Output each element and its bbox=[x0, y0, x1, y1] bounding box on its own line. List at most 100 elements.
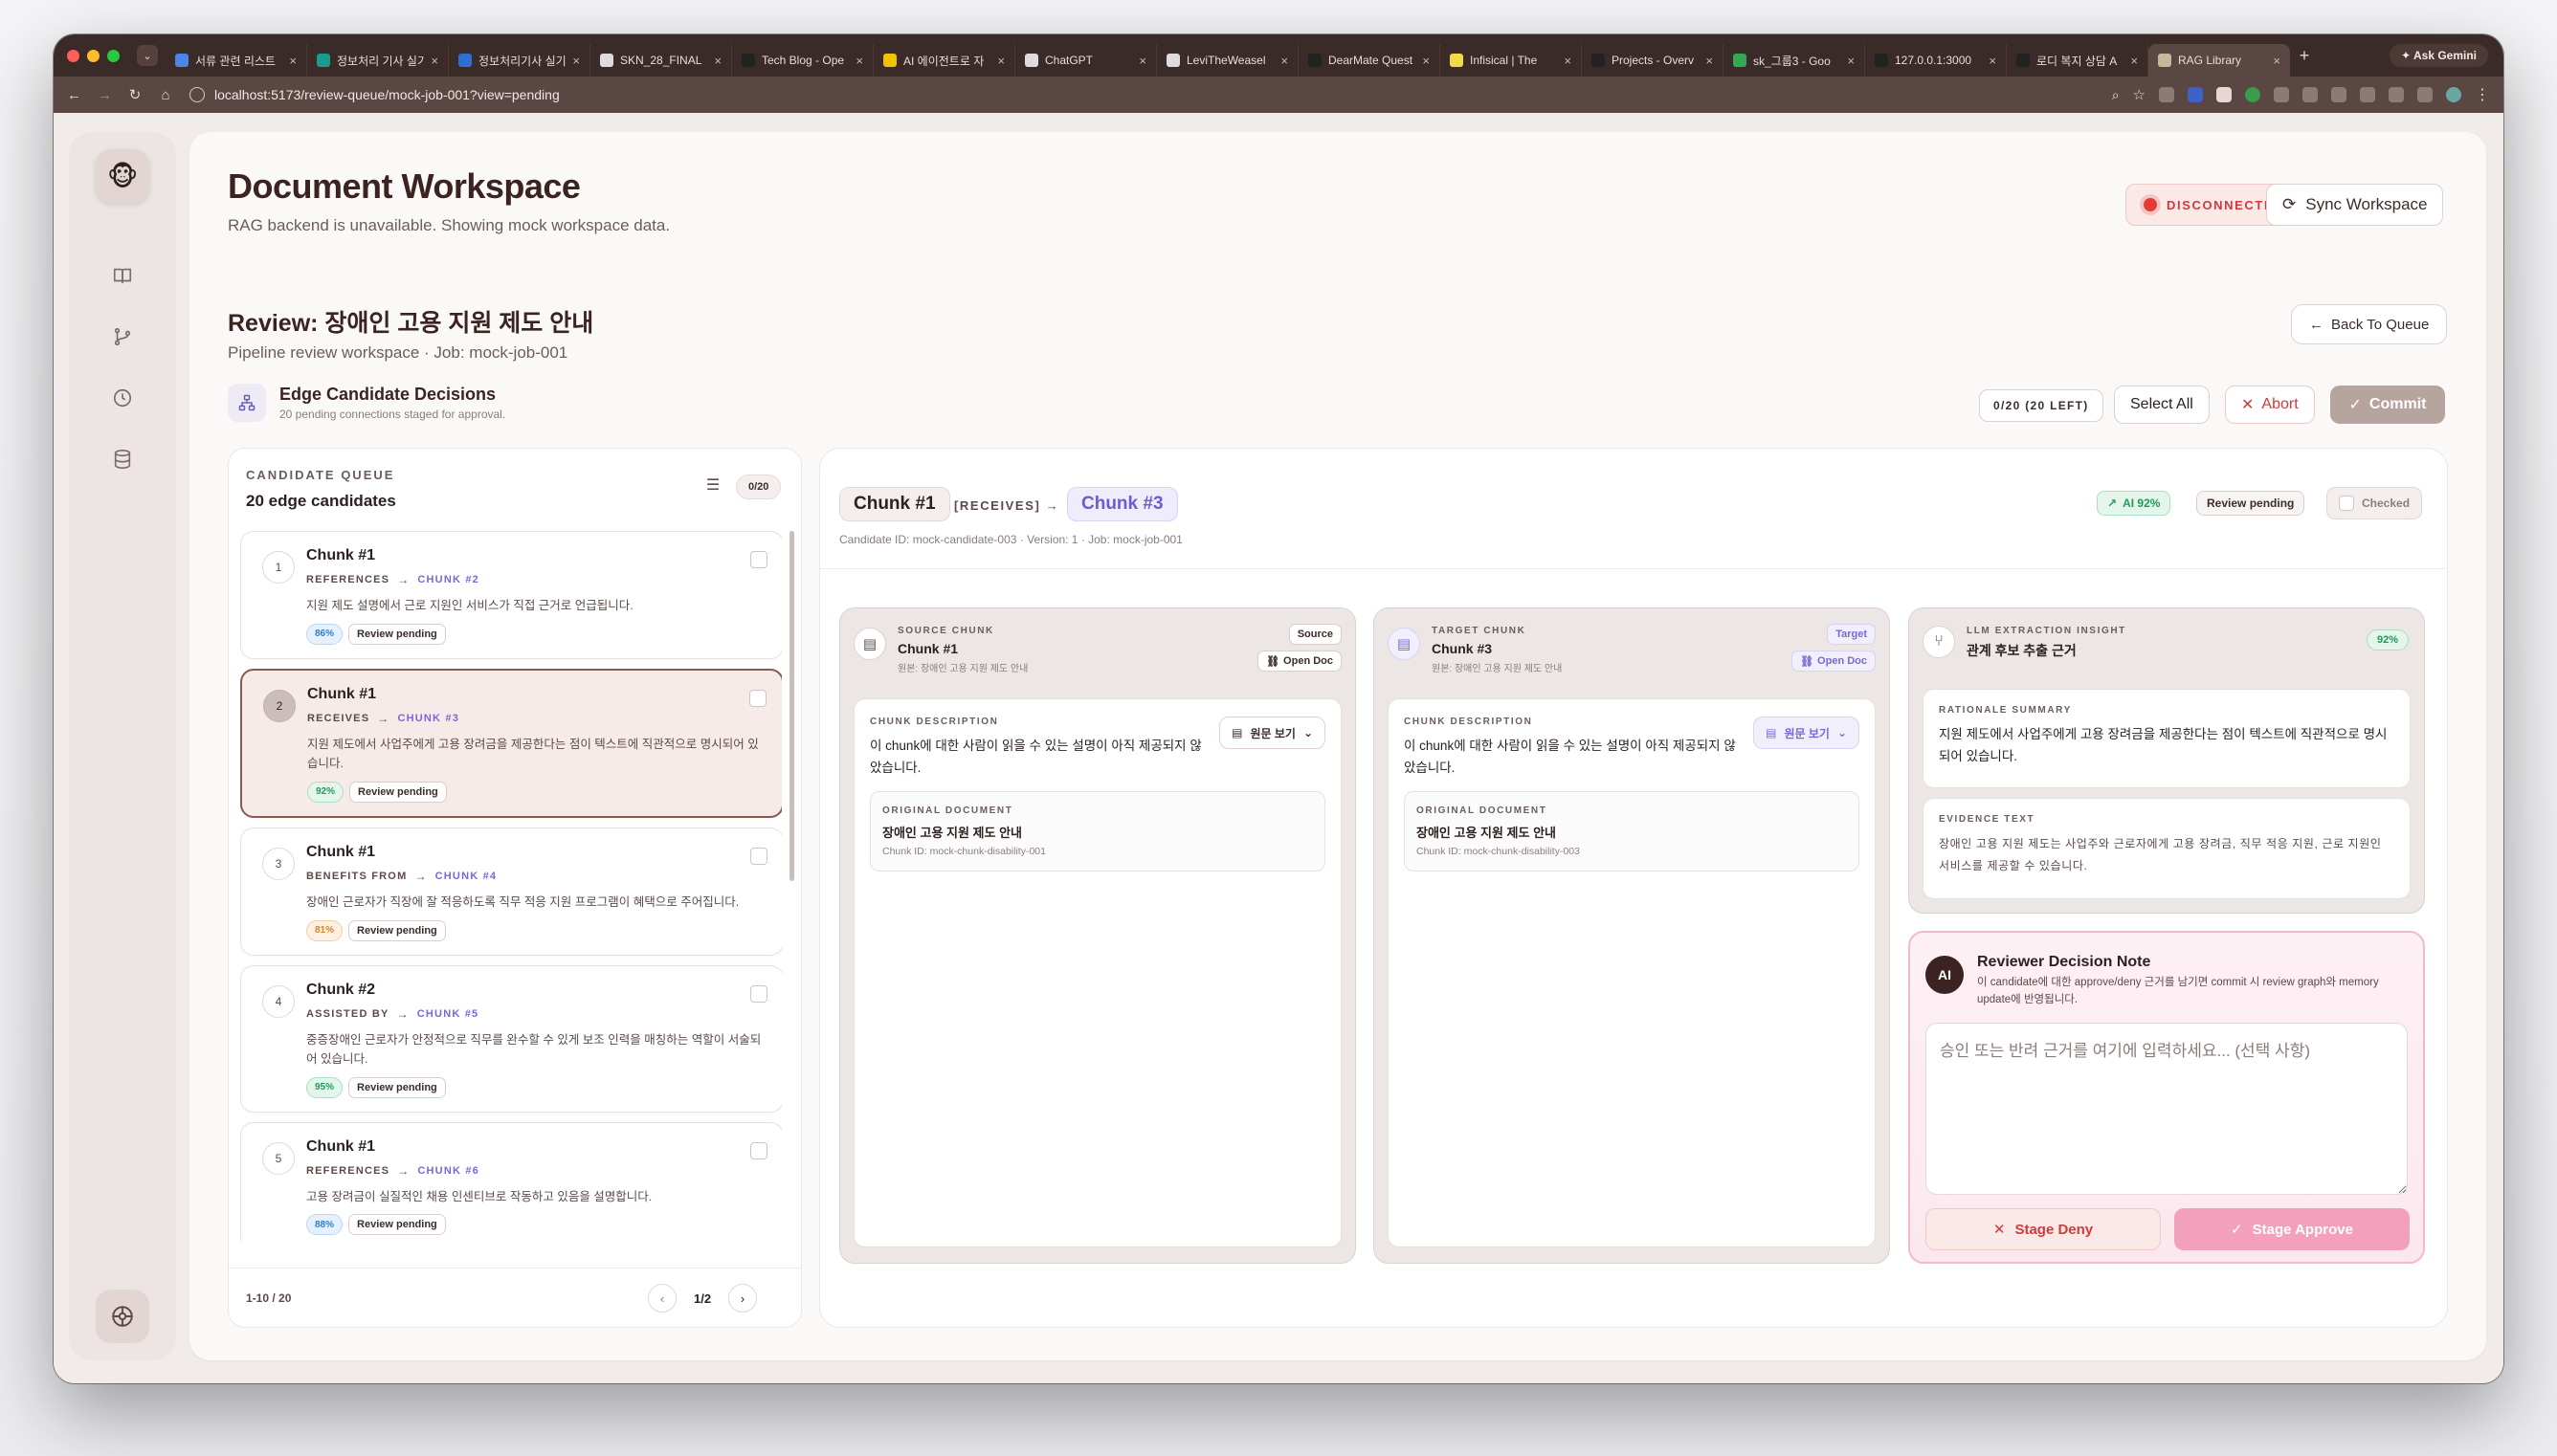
view-original-dropdown[interactable]: ▤ 원문 보기 ⌄ bbox=[1753, 717, 1859, 749]
candidate-card[interactable]: 3 Chunk #1 BENEFITS FROM → CHUNK #4 장애인 근로자가 … bbox=[240, 827, 782, 956]
minimize-window-button[interactable] bbox=[87, 49, 100, 62]
close-window-button[interactable] bbox=[67, 49, 79, 62]
more-menu-icon[interactable]: ⋮ bbox=[2475, 85, 2490, 104]
queue-scrollbar[interactable] bbox=[789, 531, 794, 881]
decision-note-input[interactable] bbox=[1925, 1023, 2408, 1195]
candidate-checkbox[interactable] bbox=[750, 551, 767, 568]
close-tab-icon[interactable]: × bbox=[1564, 54, 1571, 68]
candidate-card[interactable]: 4 Chunk #2 ASSISTED BY → CHUNK #5 중증장애인 근로자가 … bbox=[240, 964, 782, 1113]
ask-gemini-button[interactable]: ✦ Ask Gemini bbox=[2390, 44, 2488, 67]
stage-approve-button[interactable]: ✓ Stage Approve bbox=[2174, 1208, 2410, 1250]
candidate-description: 장애인 근로자가 직장에 잘 적응하도록 직무 적응 지원 프로그램이 혜택으로… bbox=[306, 894, 740, 909]
browser-tab[interactable]: Infisical | The × bbox=[1440, 44, 1582, 77]
browser-tab[interactable]: ChatGPT × bbox=[1015, 44, 1157, 77]
profile-avatar[interactable] bbox=[2446, 87, 2461, 102]
browser-tab[interactable]: Tech Blog - Ope × bbox=[732, 44, 874, 77]
extension-icon[interactable] bbox=[2188, 87, 2203, 102]
candidate-checkbox[interactable] bbox=[749, 689, 767, 707]
maximize-window-button[interactable] bbox=[107, 49, 120, 62]
candidate-card[interactable]: 5 Chunk #1 REFERENCES → CHUNK #6 고용 장려금이 실질적인… bbox=[240, 1121, 782, 1241]
browser-tab[interactable]: LeviTheWeasel × bbox=[1157, 44, 1299, 77]
forward-icon[interactable]: → bbox=[98, 87, 112, 103]
abort-button[interactable]: ✕ Abort bbox=[2225, 386, 2315, 424]
browser-tab[interactable]: 정보처리기사 실기 × bbox=[449, 44, 590, 77]
close-tab-icon[interactable]: × bbox=[2130, 54, 2138, 68]
devtools-icon[interactable] bbox=[2389, 87, 2404, 102]
browser-tab[interactable]: AI 에이전트로 자 × bbox=[874, 44, 1015, 77]
candidate-card[interactable]: 1 Chunk #1 REFERENCES → CHUNK #2 지원 제도 설명에서 근… bbox=[240, 531, 782, 659]
close-tab-icon[interactable]: × bbox=[1847, 54, 1855, 68]
extension-icon[interactable] bbox=[2245, 87, 2260, 102]
extension-icon[interactable] bbox=[2159, 87, 2174, 102]
commit-button[interactable]: ✓ Commit bbox=[2330, 386, 2445, 424]
sync-workspace-button[interactable]: ⟳ Sync Workspace bbox=[2266, 184, 2444, 226]
site-info-icon[interactable] bbox=[189, 87, 205, 102]
view-original-dropdown[interactable]: ▤ 원문 보기 ⌄ bbox=[1219, 717, 1325, 749]
new-tab-button[interactable]: + bbox=[2290, 46, 2319, 66]
tab-search-icon[interactable]: ⌄ bbox=[137, 45, 158, 66]
tab-favicon-icon bbox=[1308, 54, 1322, 67]
reload-icon[interactable]: ↻ bbox=[128, 86, 142, 103]
close-tab-icon[interactable]: × bbox=[1422, 54, 1430, 68]
reading-list-icon[interactable] bbox=[2417, 87, 2433, 102]
open-doc-button[interactable]: ⛓ Open Doc bbox=[1791, 651, 1876, 672]
tab-favicon-icon bbox=[600, 54, 613, 67]
edge-decisions-header: Edge Candidate Decisions 20 pending conn… bbox=[228, 384, 505, 422]
target-chunk-panel: ▤ TARGET CHUNK Chunk #3 원본: 장애인 고용 지원 제도… bbox=[1373, 607, 1890, 1264]
close-tab-icon[interactable]: × bbox=[431, 54, 438, 68]
history-icon[interactable] bbox=[111, 386, 134, 409]
database-icon[interactable] bbox=[111, 448, 134, 471]
prev-page-button[interactable]: ‹ bbox=[648, 1284, 677, 1313]
url-field[interactable]: localhost:5173/review-queue/mock-job-001… bbox=[189, 87, 2095, 102]
open-doc-button[interactable]: ⛓ Open Doc bbox=[1257, 651, 1342, 672]
browser-tab[interactable]: SKN_28_FINAL × bbox=[590, 44, 732, 77]
target-chunk-chip[interactable]: Chunk #3 bbox=[1067, 487, 1178, 521]
select-all-button[interactable]: Select All bbox=[2114, 386, 2210, 424]
close-tab-icon[interactable]: × bbox=[1280, 54, 1288, 68]
list-filter-icon[interactable]: ☰ bbox=[701, 474, 724, 496]
back-icon[interactable]: ← bbox=[67, 87, 81, 103]
bookmark-star-icon[interactable]: ☆ bbox=[2133, 86, 2146, 103]
browser-tab[interactable]: 로디 복지 상담 A × bbox=[2007, 44, 2148, 77]
source-chunk-label: SOURCE CHUNK bbox=[898, 626, 994, 636]
close-tab-icon[interactable]: × bbox=[714, 54, 722, 68]
book-icon[interactable] bbox=[111, 264, 134, 287]
browser-tab[interactable]: DearMate Quest × bbox=[1299, 44, 1440, 77]
tab-favicon-icon bbox=[458, 54, 472, 67]
browser-tab[interactable]: Projects - Overv × bbox=[1582, 44, 1723, 77]
download-icon[interactable] bbox=[2360, 87, 2375, 102]
extension-icon[interactable] bbox=[2331, 87, 2346, 102]
home-icon[interactable]: ⌂ bbox=[159, 87, 172, 103]
zoom-icon[interactable]: ⌕ bbox=[2112, 87, 2120, 103]
puzzle-icon[interactable] bbox=[2274, 87, 2289, 102]
branch-icon[interactable] bbox=[111, 325, 134, 348]
target-chunk-title: Chunk #3 bbox=[1432, 641, 1493, 656]
close-tab-icon[interactable]: × bbox=[997, 54, 1005, 68]
browser-tab[interactable]: 서류 관련 리스트 × bbox=[166, 44, 307, 77]
close-tab-icon[interactable]: × bbox=[1705, 54, 1713, 68]
candidate-checkbox[interactable] bbox=[750, 984, 767, 1003]
close-tab-icon[interactable]: × bbox=[572, 54, 580, 68]
close-tab-icon[interactable]: × bbox=[289, 54, 297, 68]
stage-deny-button[interactable]: ✕ Stage Deny bbox=[1925, 1208, 2161, 1250]
app-logo[interactable]: 🐵 bbox=[96, 149, 149, 203]
back-to-queue-button[interactable]: ← Back To Queue bbox=[2291, 304, 2448, 344]
candidate-checkbox[interactable] bbox=[750, 847, 767, 865]
close-tab-icon[interactable]: × bbox=[2273, 54, 2280, 68]
source-tag: Source bbox=[1288, 624, 1342, 645]
candidate-checkbox[interactable] bbox=[750, 1141, 767, 1159]
close-tab-icon[interactable]: × bbox=[1139, 54, 1146, 68]
extension-icon[interactable] bbox=[2302, 87, 2318, 102]
browser-tab[interactable]: 정보처리 기사 실기 × bbox=[307, 44, 449, 77]
extension-icon[interactable] bbox=[2216, 87, 2232, 102]
close-tab-icon[interactable]: × bbox=[1989, 54, 1996, 68]
close-tab-icon[interactable]: × bbox=[856, 54, 863, 68]
browser-tab[interactable]: sk_그룹3 - Goo × bbox=[1723, 44, 1865, 77]
next-page-button[interactable]: › bbox=[728, 1284, 758, 1313]
browser-tab[interactable]: 127.0.0.1:3000 × bbox=[1865, 44, 2007, 77]
candidate-card[interactable]: 2 Chunk #1 RECEIVES → CHUNK #3 지원 제도에서 사업주에게 … bbox=[240, 668, 782, 818]
settings-icon[interactable] bbox=[96, 1290, 149, 1343]
browser-tab[interactable]: RAG Library × bbox=[2148, 44, 2290, 77]
checked-toggle[interactable]: Checked bbox=[2326, 487, 2423, 519]
source-chunk-chip[interactable]: Chunk #1 bbox=[839, 487, 950, 521]
